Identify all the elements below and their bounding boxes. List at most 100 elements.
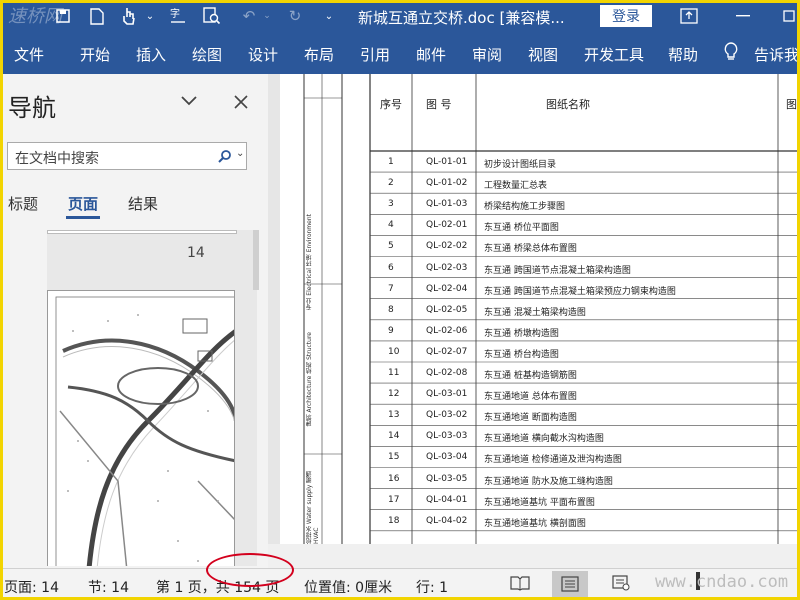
row-drawing-no: QL-01-02: [426, 178, 468, 189]
tab-file[interactable]: 文件: [14, 44, 44, 65]
row-drawing-name: 东互通地道 检修通道及泄沟构造图: [484, 455, 622, 466]
search-icon[interactable]: [217, 149, 233, 169]
site-watermark: www.cndao.com: [655, 572, 789, 592]
horizontal-scrollbar[interactable]: [268, 544, 800, 568]
row-seq: 7: [388, 283, 394, 294]
document-title: 新城互通立交桥.doc [兼容模...: [358, 9, 565, 27]
row-drawing-no: QL-04-02: [426, 515, 468, 526]
page-thumbnail-15[interactable]: [47, 290, 235, 566]
tab-layout[interactable]: 布局: [304, 44, 334, 65]
row-drawing-no: QL-02-07: [426, 346, 468, 357]
login-button[interactable]: 登录: [600, 5, 652, 27]
row-drawing-name: 东互通地道 防水及施工缝构造图: [484, 476, 613, 487]
side-label-2: 建筑 Architecture 结构 Structure: [306, 332, 313, 427]
side-label-3: 给排水 Water supply 暖通 HVAC: [306, 470, 320, 544]
row-seq: 14: [388, 431, 400, 442]
ribbon-tab-bar: 文件 开始 插入 绘图 设计 布局 引用 邮件 审阅 视图 开发工具 帮助 告诉…: [0, 34, 800, 74]
nav-search-input[interactable]: 在文档中搜索 ⌄: [7, 142, 247, 170]
new-document-icon[interactable]: [86, 4, 108, 28]
web-layout-icon[interactable]: [612, 575, 630, 595]
row-seq: 8: [388, 304, 394, 315]
tab-references[interactable]: 引用: [360, 44, 390, 65]
nav-tab-headings[interactable]: 标题: [8, 193, 38, 214]
chevron-down-icon[interactable]: ⌄: [143, 4, 157, 28]
thumbnails-scrollbar[interactable]: [253, 230, 259, 290]
ribbon-display-options-icon[interactable]: [678, 4, 700, 28]
document-page: 序号 图 号 图纸名称 图 专业 Electrical 环境 Environme…: [280, 74, 800, 544]
minimize-icon[interactable]: [732, 4, 754, 28]
tab-view[interactable]: 视图: [528, 44, 558, 65]
row-drawing-no: QL-03-02: [426, 410, 468, 421]
search-options-chevron-icon[interactable]: ⌄: [236, 148, 244, 159]
row-drawing-no: QL-02-08: [426, 368, 468, 378]
tab-review[interactable]: 审阅: [472, 44, 502, 65]
page-thumbnails: 14: [47, 230, 257, 566]
tab-developer[interactable]: 开发工具: [584, 44, 644, 65]
row-drawing-no: QL-04-01: [426, 494, 468, 505]
pinyin-icon[interactable]: 字: [166, 4, 190, 28]
print-preview-icon[interactable]: [201, 4, 223, 28]
nav-tab-pages[interactable]: 页面: [68, 193, 98, 214]
row-drawing-no: QL-03-05: [426, 473, 468, 484]
maximize-icon[interactable]: [780, 4, 798, 28]
tab-home[interactable]: 开始: [80, 44, 110, 65]
chevron-down-icon[interactable]: [180, 92, 198, 111]
row-drawing-no: QL-02-01: [426, 220, 468, 231]
undo-icon[interactable]: ↶: [238, 4, 260, 28]
row-drawing-no: QL-02-03: [426, 262, 468, 273]
tab-help[interactable]: 帮助: [668, 44, 698, 65]
row-drawing-name: 东互通 桥台构造图: [484, 349, 559, 360]
row-seq: 4: [388, 220, 394, 231]
search-placeholder: 在文档中搜索: [15, 151, 99, 167]
undo-dropdown-icon[interactable]: ⌄: [262, 4, 272, 28]
tab-design[interactable]: 设计: [248, 44, 278, 65]
tab-draw[interactable]: 绘图: [192, 44, 222, 65]
redo-icon[interactable]: ↻: [284, 4, 306, 28]
read-mode-icon[interactable]: [510, 575, 530, 595]
side-label-1: 专业 Electrical 环境 Environment: [306, 214, 313, 310]
row-drawing-no: QL-03-01: [426, 389, 468, 400]
document-area: 序号 图 号 图纸名称 图 专业 Electrical 环境 Environme…: [268, 74, 800, 568]
tell-me-search[interactable]: 告诉我: [754, 44, 799, 65]
row-drawing-name: 东互通地道基坑 平面布置图: [484, 497, 595, 508]
nav-pane-title: 导航: [8, 94, 56, 122]
quick-access-more-icon[interactable]: ⌄: [322, 4, 336, 28]
tab-mailings[interactable]: 邮件: [416, 44, 446, 65]
row-drawing-name: 初步设计图纸目录: [484, 160, 557, 170]
map-drawing-thumbnail: [55, 296, 234, 566]
touch-mode-icon[interactable]: [118, 4, 140, 28]
status-page[interactable]: 页面: 14: [4, 577, 59, 597]
status-line[interactable]: 行: 1: [416, 577, 448, 597]
row-drawing-name: 工程数量汇总表: [484, 181, 548, 192]
status-section[interactable]: 节: 14: [88, 577, 129, 597]
row-drawing-no: QL-03-03: [426, 431, 468, 442]
row-drawing-no: QL-02-06: [426, 325, 468, 336]
row-drawing-name: 东互通 跨国道节点混凝土箱梁预应力钢束构造图: [484, 286, 676, 297]
row-drawing-no: QL-03-04: [426, 452, 468, 463]
row-drawing-name: 东互通 跨国道节点混凝土箱梁构造图: [484, 265, 631, 276]
tab-insert[interactable]: 插入: [136, 44, 166, 65]
active-tab-indicator: [66, 216, 100, 219]
lightbulb-icon[interactable]: [724, 42, 738, 66]
thumbnail-page-number: 14: [187, 245, 205, 261]
row-drawing-no: QL-01-01: [426, 157, 468, 167]
row-drawing-name: 东互通 桥梁总体布置图: [484, 244, 577, 255]
page-thumbnail-14[interactable]: [47, 230, 237, 234]
header-extra: 图: [786, 98, 797, 111]
row-seq: 6: [388, 262, 394, 273]
row-drawing-name: 东互通 桩基构造钢筋图: [484, 371, 577, 381]
row-drawing-name: 东互通地道 总体布置图: [484, 392, 577, 403]
navigation-pane: 导航 在文档中搜索 ⌄ 标题 页面 结果 14: [0, 74, 268, 568]
row-drawing-no: QL-02-02: [426, 241, 468, 252]
row-drawing-no: QL-02-04: [426, 283, 468, 294]
row-seq: 16: [388, 473, 400, 484]
nav-tab-results[interactable]: 结果: [128, 193, 158, 214]
row-drawing-name: 桥梁结构施工步骤图: [484, 202, 566, 213]
row-seq: 17: [388, 494, 400, 505]
status-position[interactable]: 位置值: 0厘米: [304, 577, 392, 597]
print-layout-icon[interactable]: [552, 571, 588, 597]
header-drawing-no: 图 号: [426, 98, 452, 111]
save-icon[interactable]: [52, 4, 74, 28]
close-icon[interactable]: [234, 94, 248, 113]
row-seq: 10: [388, 346, 400, 357]
